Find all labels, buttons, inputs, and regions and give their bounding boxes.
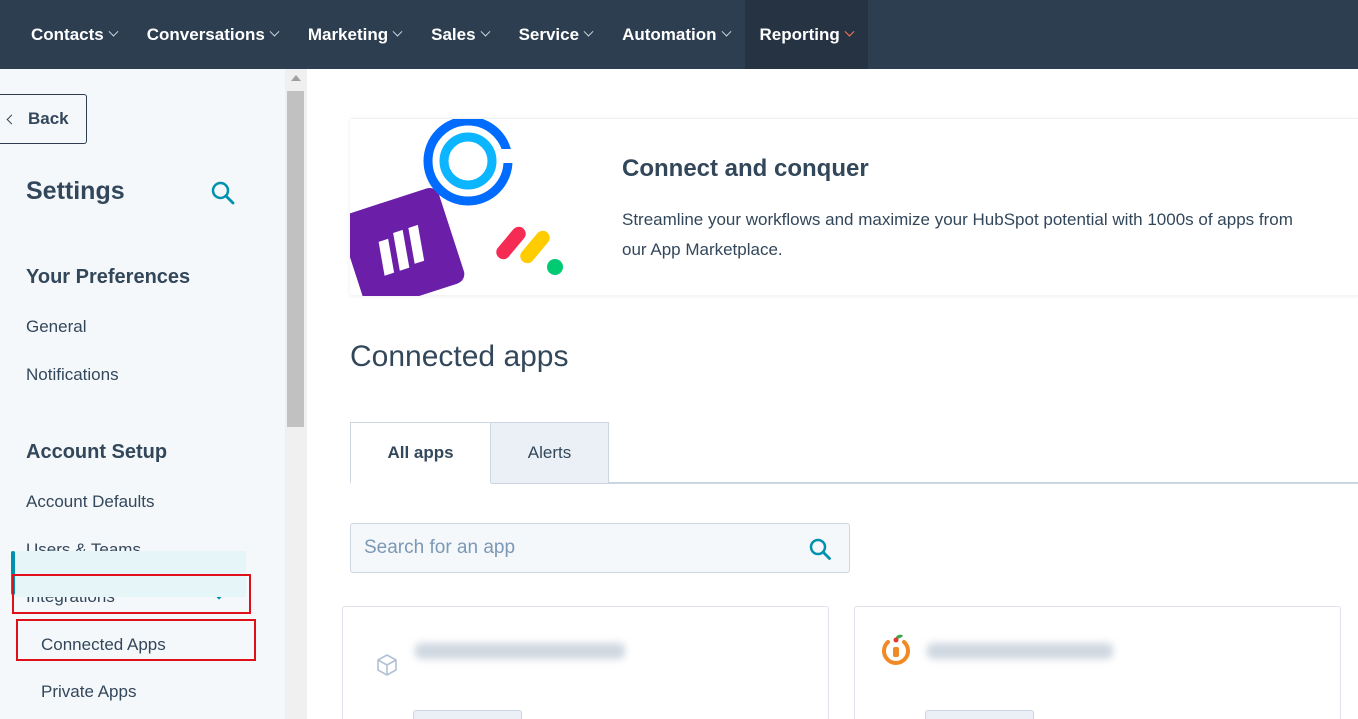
nav-automation[interactable]: Automation [607,0,744,69]
search-icon[interactable] [808,537,832,561]
chevron-down-icon [721,26,731,37]
sidebar-scrollbar[interactable] [285,69,307,719]
search-input[interactable] [364,537,794,559]
scroll-up-arrow-icon[interactable] [291,75,301,81]
nav-service[interactable]: Service [504,0,608,69]
banner-title: Connect and conquer [622,155,869,182]
nav-marketing[interactable]: Marketing [293,0,416,69]
section-heading-preferences: Your Preferences [26,266,191,288]
highlight-box-connected-apps [16,619,256,661]
chevron-down-icon [108,26,119,37]
chevron-down-icon [269,26,280,37]
app-search-field [350,523,850,573]
tab-alerts[interactable]: Alerts [490,422,609,484]
sidebar-item-account-defaults[interactable]: Account Defaults [26,492,155,512]
app-name-redacted [415,643,625,659]
sidebar-item-general[interactable]: General [26,317,86,337]
scrollbar-thumb[interactable] [287,91,304,427]
page-title: Connected apps [350,340,569,373]
chevron-down-icon [583,26,594,37]
nav-label: Service [518,24,580,44]
highlight-box-integrations [12,574,251,614]
app-action-button[interactable] [925,710,1034,719]
tab-all-apps[interactable]: All apps [350,422,491,484]
chevron-down-icon [392,26,403,37]
nav-label: Conversations [146,24,265,44]
chevron-down-icon [480,26,491,37]
back-button[interactable]: Back [0,94,87,144]
settings-sidebar: Back Settings Your Preferences General N… [0,69,285,719]
top-nav: Contacts Conversations Marketing Sales S… [0,0,1358,69]
section-heading-account-setup: Account Setup [26,441,168,463]
nav-label: Contacts [31,24,104,44]
nav-reporting[interactable]: Reporting [744,0,868,69]
nav-label: Automation [622,24,717,44]
app-card[interactable] [854,606,1341,719]
settings-title: Settings [26,177,125,205]
sidebar-item-private-apps[interactable]: Private Apps [41,682,136,702]
nav-label: Sales [431,24,476,44]
chevron-left-icon [6,114,17,124]
nav-sales[interactable]: Sales [416,0,503,69]
nav-label: Reporting [759,24,840,44]
sidebar-item-notifications[interactable]: Notifications [26,365,119,385]
nav-conversations[interactable]: Conversations [132,0,293,69]
back-label: Back [28,109,69,128]
banner-text: Streamline your workflows and maximize y… [622,210,1293,259]
app-logos-illustration [350,119,563,296]
app-name-redacted [927,643,1113,659]
chevron-down-icon [844,26,855,37]
nav-label: Marketing [307,24,389,44]
nav-contacts[interactable]: Contacts [16,0,132,69]
search-icon[interactable] [210,180,236,206]
app-action-button[interactable] [413,710,522,719]
app-logo-icon [882,634,910,665]
app-card[interactable] [342,606,829,719]
marketplace-banner: Connect and conquer Streamline your work… [350,118,1358,296]
cube-icon [377,654,397,676]
